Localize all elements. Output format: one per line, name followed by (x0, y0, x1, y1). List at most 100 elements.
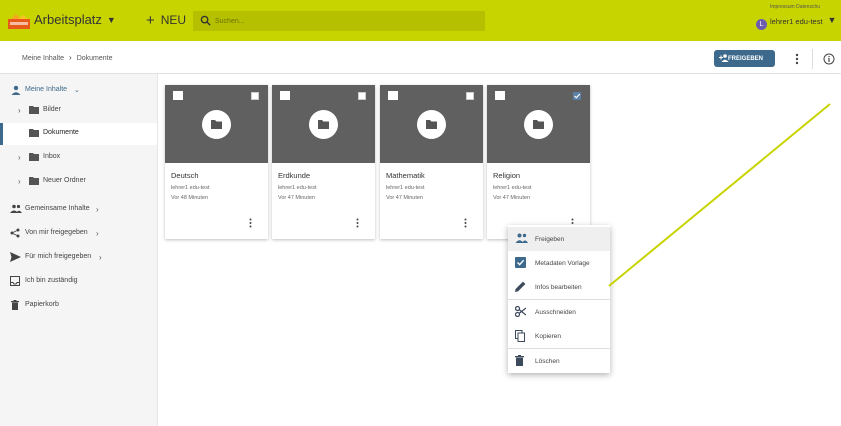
share-user-icon (515, 233, 528, 243)
context-menu: Freigeben Metadaten Vorlage Infos bearbe… (508, 225, 610, 373)
chevron-right-icon: › (69, 53, 72, 62)
card-owner: lehrer1 edu-test (278, 185, 317, 191)
sidebar-item-label: Ich bin zuständig (25, 277, 78, 284)
card-owner: lehrer1 edu-test (493, 185, 532, 191)
card-title: Erdkunde (278, 171, 311, 180)
inbox-icon (10, 276, 20, 286)
select-checkbox[interactable] (358, 92, 366, 100)
sidebar-item-label: Neuer Ordner (43, 177, 86, 184)
check-icon (574, 93, 581, 99)
menu-item-infos-bearbeiten[interactable]: Infos bearbeiten (508, 275, 610, 299)
folder-icon (202, 110, 231, 139)
folder-card-religion[interactable]: Religion lehrer1 edu-test Vor 47 Minuten (487, 85, 590, 239)
menu-item-ausschneiden[interactable]: Ausschneiden (508, 300, 610, 324)
folder-card-deutsch[interactable]: Deutsch lehrer1 edu-test Vor 48 Minuten (165, 85, 268, 239)
menu-item-label: Metadaten Vorlage (535, 260, 590, 267)
toolbar: Meine Inhalte › Dokumente FREIGEBEN (0, 41, 841, 74)
more-vert-icon[interactable] (355, 218, 360, 228)
folder-type-icon (173, 91, 183, 100)
more-vert-icon[interactable] (463, 218, 468, 228)
sidebar-item-neuer-ordner[interactable]: › Neuer Ordner (0, 171, 157, 193)
card-time: Vor 47 Minuten (493, 195, 530, 201)
new-button[interactable]: + NEU (146, 12, 186, 29)
card-title: Religion (493, 171, 521, 180)
card-time: Vor 48 Minuten (171, 195, 208, 201)
trash-icon (515, 355, 524, 366)
menu-item-kopieren[interactable]: Kopieren (508, 324, 610, 348)
trash-icon (11, 300, 19, 310)
folder-icon (29, 129, 39, 137)
more-vert-icon[interactable] (794, 53, 800, 65)
folder-icon (29, 177, 39, 185)
toolbar-divider (812, 49, 813, 69)
select-checkbox[interactable] (466, 92, 474, 100)
share-button-label: FREIGEBEN (728, 55, 764, 62)
chevron-down-icon: ⌄ (74, 87, 80, 94)
chevron-right-icon: › (96, 229, 99, 238)
sidebar-item-inbox[interactable]: › Inbox (0, 147, 157, 169)
chevron-right-icon: › (99, 253, 102, 262)
pencil-icon (515, 281, 526, 292)
folder-type-icon (388, 91, 398, 100)
chevron-down-icon: ▼ (106, 15, 116, 25)
share-button[interactable]: FREIGEBEN (714, 50, 775, 67)
info-icon[interactable] (823, 53, 835, 65)
top-bar: Arbeitsplatz ▼ + NEU Impressum Datenschu L… (0, 0, 841, 41)
card-title: Deutsch (171, 171, 199, 180)
workspace-title: Arbeitsplatz (34, 12, 102, 27)
menu-item-metadaten-vorlage[interactable]: Metadaten Vorlage (508, 251, 610, 275)
sidebar-item-ich-bin-zustaendig[interactable]: Ich bin zuständig (0, 271, 157, 293)
checkbox-icon (515, 257, 526, 268)
user-menu[interactable]: Llehrer1 edu-test ▼ (756, 15, 836, 30)
sidebar-item-fuer-mich-freigegeben[interactable]: Für mich freigegeben › (0, 247, 157, 269)
user-name: lehrer1 edu-test (770, 17, 823, 26)
folder-icon (417, 110, 446, 139)
send-icon (10, 252, 21, 262)
share-icon (10, 228, 20, 238)
select-checkbox[interactable] (251, 92, 259, 100)
sidebar-item-label: Von mir freigegeben (25, 229, 88, 236)
sidebar-item-dokumente[interactable]: Dokumente (0, 123, 157, 145)
chevron-right-icon: › (18, 177, 21, 186)
sidebar-item-bilder[interactable]: › Bilder (0, 100, 157, 122)
select-checkbox[interactable] (573, 92, 581, 100)
plus-icon: + (146, 12, 155, 29)
sidebar-item-label: Für mich freigegeben (25, 253, 92, 260)
folder-card-mathematik[interactable]: Mathematik lehrer1 edu-test Vor 47 Minut… (380, 85, 483, 239)
folder-icon (29, 106, 39, 114)
card-title: Mathematik (386, 171, 425, 180)
sidebar-item-gemeinsame-inhalte[interactable]: Gemeinsame Inhalte › (0, 199, 157, 221)
sidebar-item-label: Dokumente (43, 129, 79, 136)
folder-icon (524, 110, 553, 139)
copy-icon (515, 330, 525, 342)
chevron-right-icon: › (18, 106, 21, 115)
sidebar-item-papierkorb[interactable]: Papierkorb (0, 295, 157, 317)
breadcrumb: Meine Inhalte › Dokumente (22, 53, 113, 62)
footer-links[interactable]: Impressum Datenschu (770, 4, 820, 10)
breadcrumb-root[interactable]: Meine Inhalte (22, 55, 64, 62)
sidebar-item-label: Gemeinsame Inhalte (25, 205, 90, 212)
share-user-icon (719, 54, 729, 62)
menu-item-label: Infos bearbeiten (535, 284, 582, 291)
folder-type-icon (495, 91, 505, 100)
more-vert-icon[interactable] (248, 218, 253, 228)
sidebar: Meine Inhalte ⌄ › Bilder Dokumente › Inb… (0, 74, 158, 426)
sidebar-item-von-mir-freigegeben[interactable]: Von mir freigegeben › (0, 223, 157, 245)
menu-item-freigeben[interactable]: Freigeben (508, 227, 610, 251)
group-icon (10, 204, 22, 213)
search-input[interactable] (215, 13, 475, 29)
sidebar-item-label: Bilder (43, 106, 61, 113)
workspace-switcher[interactable]: Arbeitsplatz ▼ (34, 12, 116, 27)
folder-icon (309, 110, 338, 139)
sidebar-item-meine-inhalte[interactable]: Meine Inhalte ⌄ (0, 80, 157, 102)
menu-item-loeschen[interactable]: Löschen (508, 349, 610, 373)
search-box (193, 11, 485, 31)
scissors-icon (515, 306, 526, 317)
breadcrumb-current: Dokumente (76, 55, 113, 62)
card-time: Vor 47 Minuten (386, 195, 423, 201)
menu-item-label: Kopieren (535, 333, 562, 340)
sidebar-item-label: Inbox (43, 153, 61, 160)
card-time: Vor 47 Minuten (278, 195, 315, 201)
folder-card-erdkunde[interactable]: Erdkunde lehrer1 edu-test Vor 47 Minuten (272, 85, 375, 239)
folder-icon (29, 153, 39, 161)
